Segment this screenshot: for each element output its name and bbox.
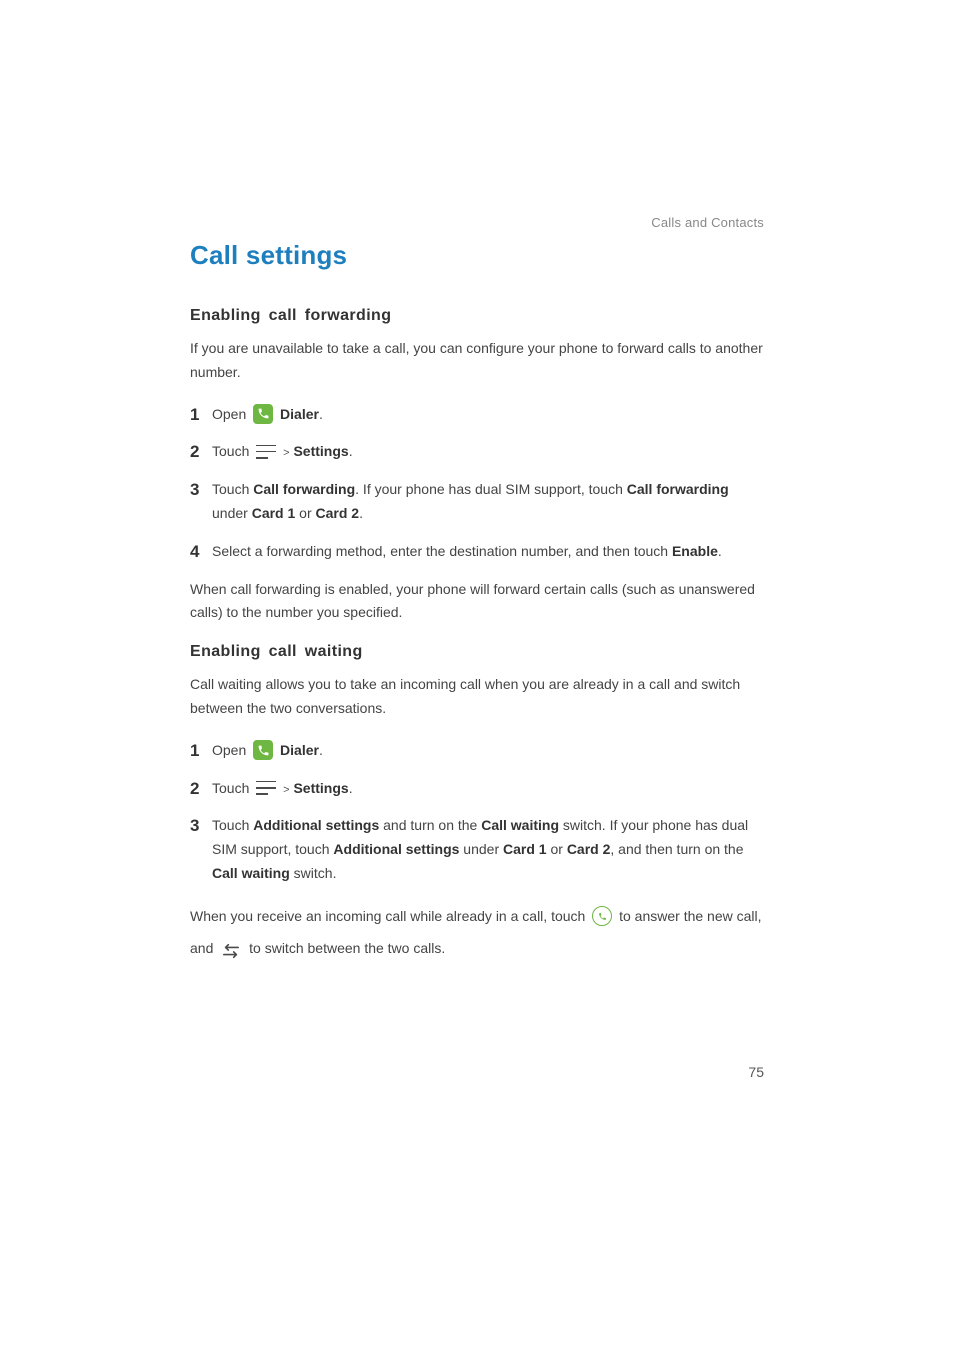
dialer-icon bbox=[253, 740, 273, 760]
section2-intro: Call waiting allows you to take an incom… bbox=[190, 673, 764, 721]
step-2: 2 Touch > Settings. bbox=[190, 440, 764, 464]
section2-outro: When you receive an incoming call while … bbox=[190, 900, 764, 964]
text-bold: Call waiting bbox=[212, 865, 290, 881]
chevron-text: > bbox=[283, 784, 289, 796]
text: Open bbox=[212, 742, 246, 758]
settings-label: Settings bbox=[293, 780, 348, 796]
text-bold: Additional settings bbox=[253, 817, 379, 833]
step-1: 1 Open Dialer. bbox=[190, 403, 764, 427]
step-number: 4 bbox=[190, 540, 208, 564]
menu-icon bbox=[256, 780, 276, 796]
section1-outro: When call forwarding is enabled, your ph… bbox=[190, 578, 764, 626]
text: . bbox=[718, 543, 722, 559]
text: . bbox=[349, 780, 353, 796]
step-number: 3 bbox=[190, 814, 208, 838]
text: Touch bbox=[212, 817, 253, 833]
dialer-icon bbox=[253, 404, 273, 424]
document-page: Calls and Contacts Call settings Enablin… bbox=[0, 0, 954, 1350]
text: . bbox=[359, 505, 363, 521]
text: or bbox=[295, 505, 315, 521]
text: Open bbox=[212, 406, 246, 422]
step-content: Open Dialer. bbox=[212, 403, 764, 427]
step-1b: 1 Open Dialer. bbox=[190, 739, 764, 763]
text: to switch between the two calls. bbox=[249, 940, 445, 956]
step-content: Touch > Settings. bbox=[212, 440, 764, 464]
text-bold: Card 1 bbox=[252, 505, 296, 521]
step-2b: 2 Touch > Settings. bbox=[190, 777, 764, 801]
text-bold: Call forwarding bbox=[627, 481, 729, 497]
section-heading-waiting: Enabling call waiting bbox=[190, 643, 764, 661]
text: or bbox=[547, 841, 567, 857]
step-3b: 3 Touch Additional settings and turn on … bbox=[190, 814, 764, 885]
text: switch. bbox=[290, 865, 337, 881]
text: , and then turn on the bbox=[610, 841, 743, 857]
text: Touch bbox=[212, 443, 249, 459]
step-number: 2 bbox=[190, 440, 208, 464]
step-number: 3 bbox=[190, 478, 208, 502]
text-bold: Card 1 bbox=[503, 841, 547, 857]
page-number: 75 bbox=[748, 1064, 764, 1080]
text: under bbox=[459, 841, 503, 857]
text-bold: Call forwarding bbox=[253, 481, 355, 497]
step-content: Touch Call forwarding. If your phone has… bbox=[212, 478, 764, 526]
text: . bbox=[349, 443, 353, 459]
settings-label: Settings bbox=[293, 443, 348, 459]
section1-intro: If you are unavailable to take a call, y… bbox=[190, 337, 764, 385]
step-number: 1 bbox=[190, 403, 208, 427]
text: under bbox=[212, 505, 252, 521]
menu-icon bbox=[256, 444, 276, 460]
step-3: 3 Touch Call forwarding. If your phone h… bbox=[190, 478, 764, 526]
text-bold: Card 2 bbox=[316, 505, 360, 521]
step-4: 4 Select a forwarding method, enter the … bbox=[190, 540, 764, 564]
text: Touch bbox=[212, 780, 249, 796]
text: Select a forwarding method, enter the de… bbox=[212, 543, 672, 559]
answer-call-icon bbox=[592, 906, 612, 926]
step-number: 1 bbox=[190, 739, 208, 763]
dialer-label: Dialer bbox=[280, 406, 319, 422]
text-bold: Call waiting bbox=[481, 817, 559, 833]
page-title: Call settings bbox=[190, 240, 764, 271]
step-content: Touch > Settings. bbox=[212, 777, 764, 801]
text: Touch bbox=[212, 481, 253, 497]
step-number: 2 bbox=[190, 777, 208, 801]
step-content: Select a forwarding method, enter the de… bbox=[212, 540, 764, 564]
text-bold: Enable bbox=[672, 543, 718, 559]
section-heading-forwarding: Enabling call forwarding bbox=[190, 307, 764, 325]
swap-calls-icon bbox=[220, 939, 242, 957]
text: When you receive an incoming call while … bbox=[190, 908, 589, 924]
text: . bbox=[319, 406, 323, 422]
step-content: Touch Additional settings and turn on th… bbox=[212, 814, 764, 885]
text: . If your phone has dual SIM support, to… bbox=[355, 481, 627, 497]
chevron-text: > bbox=[283, 447, 289, 459]
header-crumb: Calls and Contacts bbox=[190, 215, 764, 230]
text-bold: Additional settings bbox=[333, 841, 459, 857]
dialer-label: Dialer bbox=[280, 742, 319, 758]
text: . bbox=[319, 742, 323, 758]
text-bold: Card 2 bbox=[567, 841, 611, 857]
text: and turn on the bbox=[379, 817, 481, 833]
step-content: Open Dialer. bbox=[212, 739, 764, 763]
